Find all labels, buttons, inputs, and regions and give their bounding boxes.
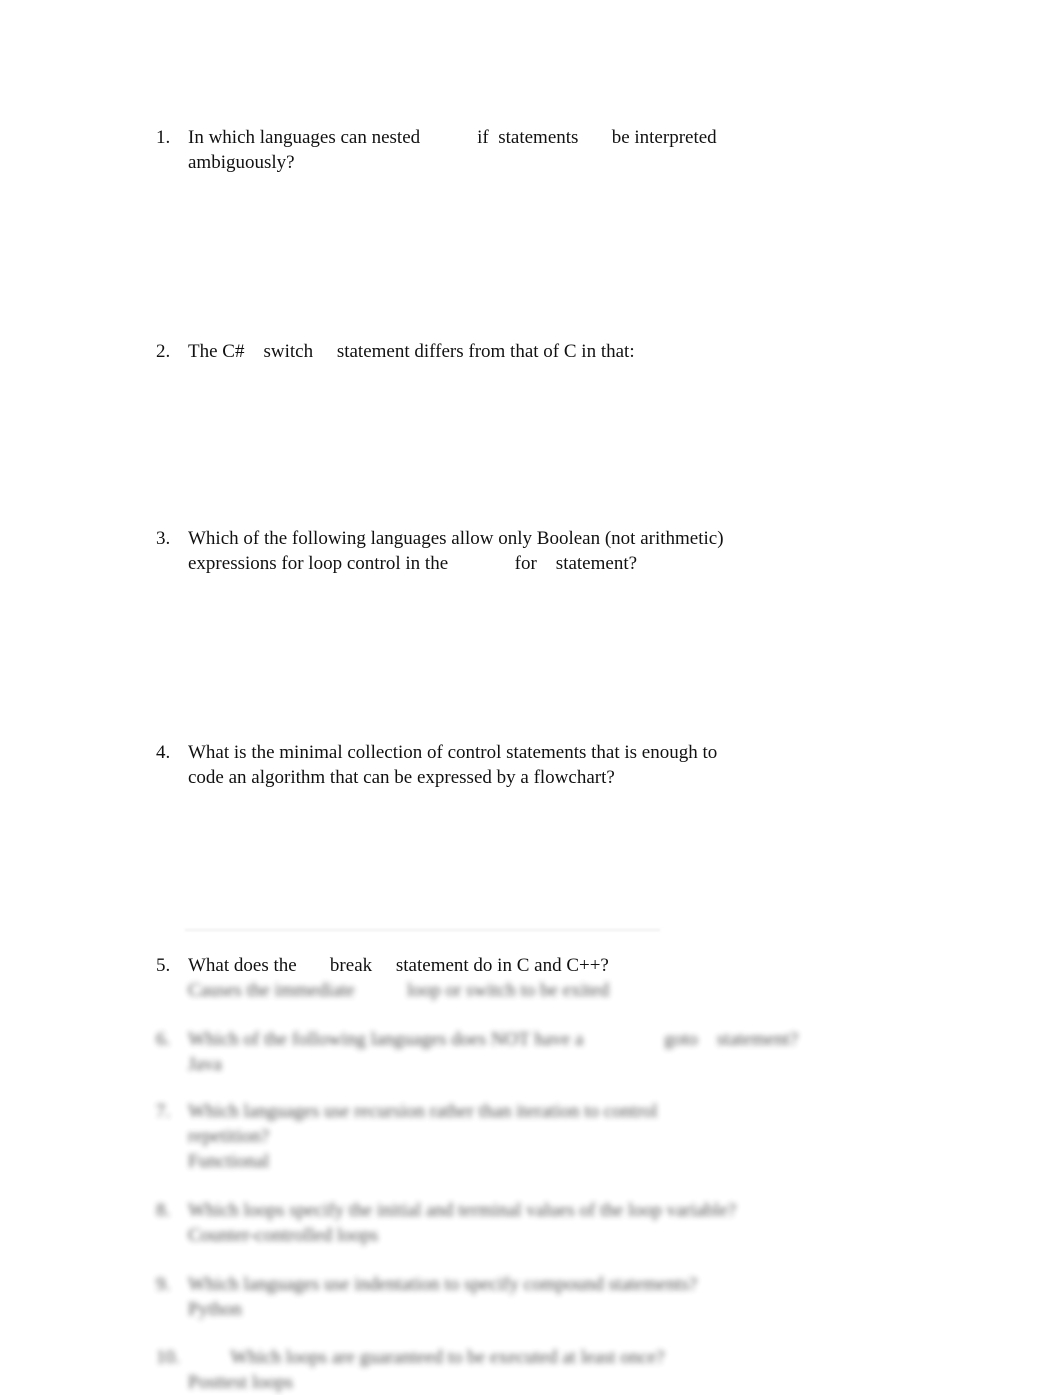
question-number: 7. <box>156 1101 171 1122</box>
question-text: Which of the following languages allow o… <box>188 528 724 549</box>
question-text: repetition? <box>188 1126 270 1147</box>
question-number: 6. <box>156 1029 171 1050</box>
question-number: 4. <box>156 742 171 763</box>
question-text: Which loops specify the initial and term… <box>188 1200 737 1221</box>
answer-text: Causes the immediate loop or switch to b… <box>188 980 610 1001</box>
question-number: 10. <box>156 1347 180 1368</box>
question-number: 5. <box>156 955 171 976</box>
answer-text: Java <box>188 1054 222 1075</box>
answer-text: Counter-controlled loops <box>188 1225 379 1246</box>
question-text: Which languages use recursion rather tha… <box>188 1101 658 1122</box>
question-number: 3. <box>156 528 171 549</box>
question-text: The C# switch statement differs from tha… <box>188 341 635 362</box>
question-text: ambiguously? <box>188 152 295 173</box>
question-text: What does the break statement do in C an… <box>188 955 609 976</box>
question-text: Which loops are guaranteed to be execute… <box>188 1347 665 1368</box>
question-text: In which languages can nested if stateme… <box>188 127 717 148</box>
question-number: 9. <box>156 1274 171 1295</box>
question-number: 2. <box>156 341 171 362</box>
question-number: 8. <box>156 1200 171 1221</box>
answer-text: Functional <box>188 1151 270 1172</box>
question-text: expressions for loop control in the for … <box>188 553 638 574</box>
divider <box>185 929 660 931</box>
answer-text: Posttest loops <box>188 1372 294 1393</box>
question-text: What is the minimal collection of contro… <box>188 742 718 763</box>
question-text: code an algorithm that can be expressed … <box>188 767 615 788</box>
question-number: 1. <box>156 127 171 148</box>
question-text: Which of the following languages does NO… <box>188 1029 799 1050</box>
answer-text: Python <box>188 1299 242 1320</box>
question-text: Which languages use indentation to speci… <box>188 1274 698 1295</box>
